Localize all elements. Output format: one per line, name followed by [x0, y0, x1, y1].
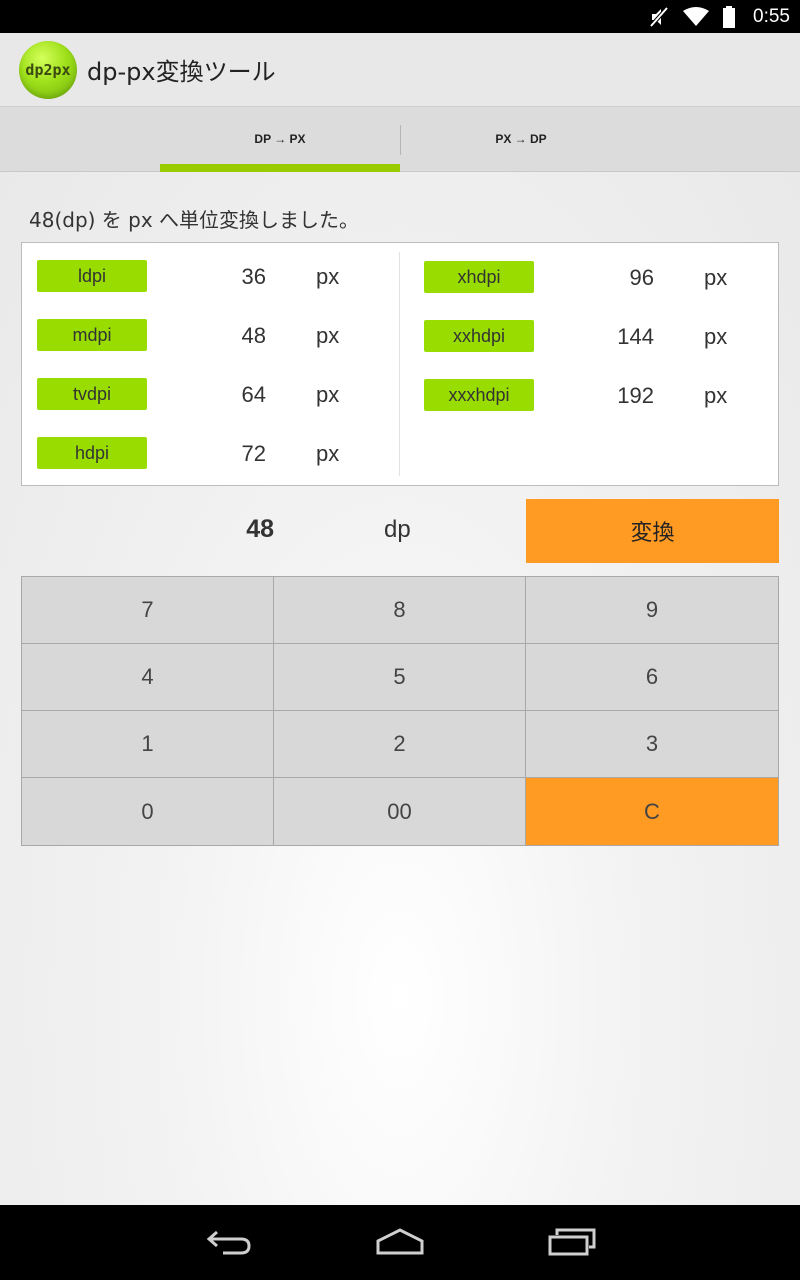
key-0[interactable]: 0 [22, 778, 273, 845]
conversion-message: 48(dp) を px へ単位変換しました。 [29, 208, 360, 232]
dpi-badge: xxxhdpi [424, 379, 534, 411]
input-value-display: 48 [246, 515, 274, 543]
key-6[interactable]: 6 [526, 644, 778, 710]
result-row-hdpi: hdpi 72 px [0, 437, 400, 471]
key-4[interactable]: 4 [22, 644, 273, 710]
recents-icon[interactable] [547, 1227, 597, 1261]
key-9[interactable]: 9 [526, 577, 778, 643]
app-title: dp-px変換ツール [87, 58, 276, 86]
dpi-badge: mdpi [37, 319, 147, 351]
px-unit: px [704, 324, 728, 349]
tab-divider [400, 125, 401, 155]
clock: 0:55 [753, 5, 790, 27]
app-logo: dp2px [19, 40, 77, 99]
key-3[interactable]: 3 [526, 711, 778, 777]
px-value: 72 [241, 441, 266, 466]
px-unit: px [316, 264, 340, 289]
key-7[interactable]: 7 [22, 577, 273, 643]
px-unit: px [316, 382, 340, 407]
result-row-xxxhdpi: xxxhdpi 192 px [400, 379, 800, 413]
px-unit: px [704, 265, 728, 290]
px-value: 144 [617, 324, 654, 349]
result-row-xxhdpi: xxhdpi 144 px [400, 320, 800, 354]
selected-tab-indicator [160, 164, 400, 172]
status-bar: 0:55 [0, 0, 800, 33]
convert-button[interactable]: 変換 [526, 499, 779, 563]
result-row-tvdpi: tvdpi 64 px [0, 378, 400, 412]
key-2[interactable]: 2 [274, 711, 525, 777]
dpi-badge: ldpi [37, 260, 147, 292]
navigation-bar [0, 1205, 800, 1280]
px-value: 64 [241, 382, 266, 407]
result-row-mdpi: mdpi 48 px [0, 319, 400, 353]
action-bar: dp2px dp-px変換ツール [0, 33, 800, 107]
dpi-badge: xxhdpi [424, 320, 534, 352]
px-unit: px [316, 323, 340, 348]
tab-px-to-dp[interactable]: PX → DP [401, 107, 641, 171]
px-value: 48 [241, 323, 266, 348]
back-icon[interactable] [205, 1227, 253, 1261]
dpi-badge: tvdpi [37, 378, 147, 410]
px-value: 96 [629, 265, 654, 290]
tab-dp-to-px[interactable]: DP → PX [160, 107, 400, 171]
mute-icon [649, 6, 669, 28]
px-value: 36 [241, 264, 266, 289]
input-unit-label: dp [384, 516, 411, 543]
clear-key[interactable]: C [526, 778, 778, 845]
px-value: 192 [617, 383, 654, 408]
px-unit: px [316, 441, 340, 466]
keypad: 7 8 9 4 5 6 1 2 3 0 00 C [21, 576, 779, 846]
result-row-ldpi: ldpi 36 px [0, 260, 400, 294]
key-00[interactable]: 00 [274, 778, 525, 845]
result-row-xhdpi: xhdpi 96 px [400, 261, 800, 295]
key-5[interactable]: 5 [274, 644, 525, 710]
dpi-badge: xhdpi [424, 261, 534, 293]
home-icon[interactable] [375, 1227, 425, 1261]
key-8[interactable]: 8 [274, 577, 525, 643]
logo-text: dp2px [25, 60, 71, 79]
wifi-icon [683, 6, 710, 27]
key-1[interactable]: 1 [22, 711, 273, 777]
dpi-badge: hdpi [37, 437, 147, 469]
px-unit: px [704, 383, 728, 408]
battery-icon [723, 5, 736, 28]
